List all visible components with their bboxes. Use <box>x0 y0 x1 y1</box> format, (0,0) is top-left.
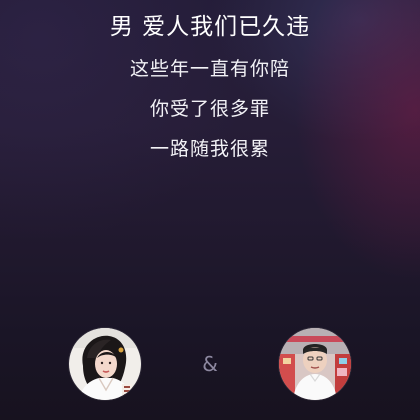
singer-avatar-male[interactable] <box>279 328 351 400</box>
female-singer-portrait <box>69 328 141 400</box>
lyrics-panel: 男 爱人我们已久违 这些年一直有你陪 你受了很多罪 一路随我很累 <box>0 12 420 176</box>
lyric-line: 一路随我很累 <box>149 138 270 160</box>
lyric-line: 你受了很多罪 <box>149 98 270 120</box>
duet-singers: & <box>0 328 420 402</box>
lyric-line: 这些年一直有你陪 <box>129 58 290 80</box>
lyrics-screen: 男 爱人我们已久违 这些年一直有你陪 你受了很多罪 一路随我很累 & <box>0 0 420 420</box>
singer-avatar-female[interactable] <box>69 328 141 400</box>
duet-separator: & <box>202 352 218 376</box>
male-singer-portrait <box>279 328 351 400</box>
current-lyric-line: 男 爱人我们已久违 <box>109 14 311 40</box>
